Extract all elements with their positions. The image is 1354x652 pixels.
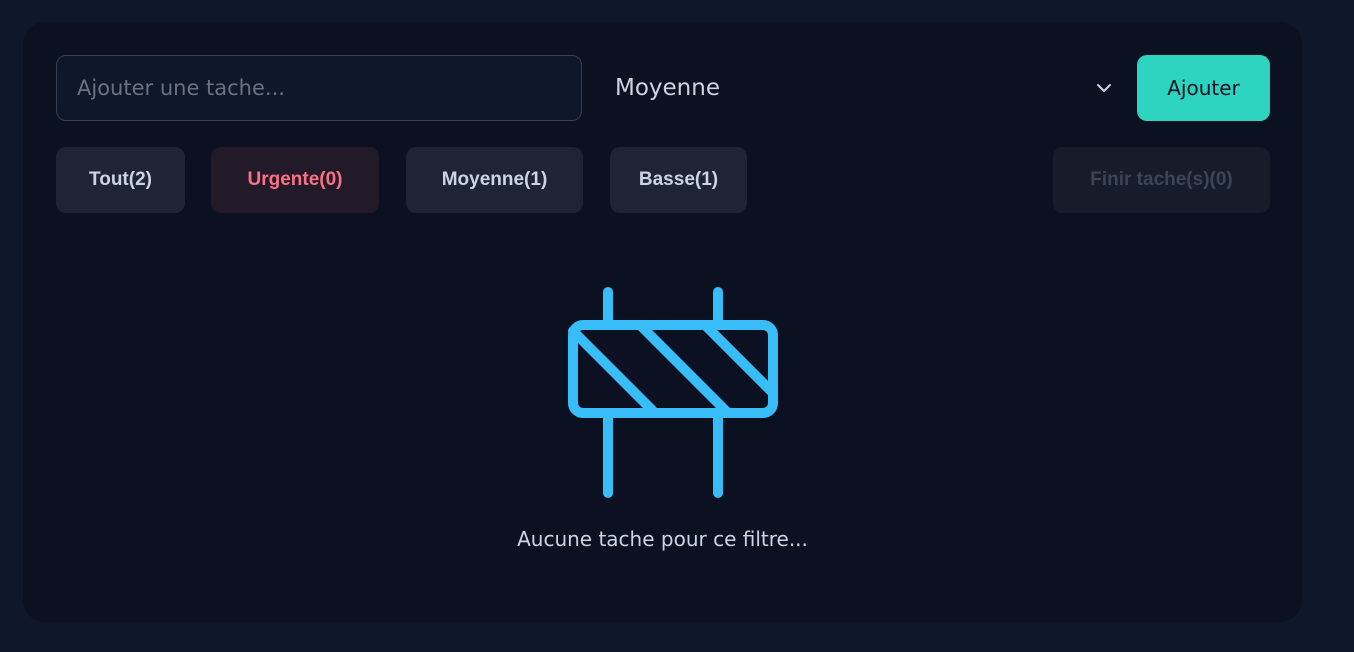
finish-tasks-button[interactable]: Finir tache(s)(0) <box>1053 147 1270 213</box>
road-barrier-icon <box>568 287 778 498</box>
add-task-button[interactable]: Ajouter <box>1137 55 1270 121</box>
priority-select-value: Moyenne <box>615 75 720 101</box>
priority-select[interactable]: Moyenne <box>615 55 1120 121</box>
filter-all-button[interactable]: Tout(2) <box>56 147 185 213</box>
task-input[interactable] <box>56 55 582 121</box>
task-panel: Moyenne Ajouter Tout(2) Urgente(0) Moyen… <box>23 22 1302 622</box>
empty-state-message: Aucune tache pour ce filtre... <box>517 527 808 551</box>
filter-urgent-button[interactable]: Urgente(0) <box>211 147 379 213</box>
filter-medium-button[interactable]: Moyenne(1) <box>406 147 583 213</box>
chevron-down-icon <box>1097 84 1111 92</box>
filter-low-button[interactable]: Basse(1) <box>610 147 747 213</box>
